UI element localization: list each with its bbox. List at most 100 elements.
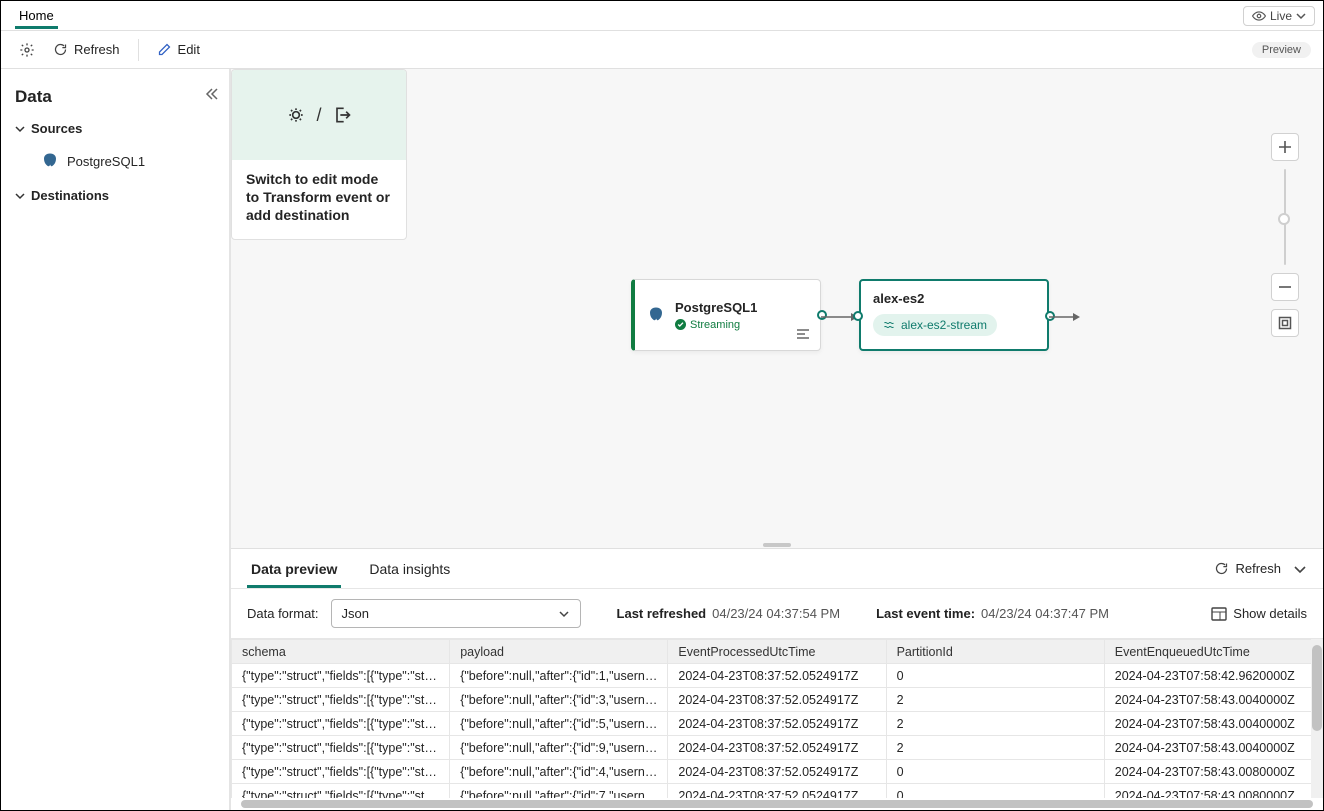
table-row[interactable]: {"type":"struct","fields":[{"type":"stru… — [232, 760, 1323, 784]
table-cell: 2024-04-23T07:58:43.0040000Z — [1104, 736, 1322, 760]
data-format-select[interactable]: Json — [331, 599, 581, 628]
node-title: PostgreSQL1 — [675, 300, 757, 315]
table-cell: 0 — [886, 664, 1104, 688]
table-row[interactable]: {"type":"struct","fields":[{"type":"stru… — [232, 784, 1323, 799]
table-cell: 2024-04-23T07:58:43.0080000Z — [1104, 760, 1322, 784]
column-header[interactable]: schema — [232, 640, 450, 664]
chevron-down-icon[interactable] — [1293, 562, 1307, 576]
zoom-out-button[interactable] — [1271, 273, 1299, 301]
table-cell: 0 — [886, 784, 1104, 799]
table-cell: {"type":"struct","fields":[{"type":"stru… — [232, 712, 450, 736]
table-cell: {"before":null,"after":{"id":7,"usernam — [450, 784, 668, 799]
table-cell: 2024-04-23T08:37:52.0524917Z — [668, 688, 886, 712]
chevron-down-icon — [15, 191, 25, 201]
last-refreshed: Last refreshed 04/23/24 04:37:54 PM — [617, 606, 841, 621]
tree-section-sources[interactable]: Sources — [15, 121, 215, 136]
table-cell: {"before":null,"after":{"id":5,"usernam — [450, 712, 668, 736]
flow-canvas[interactable]: PostgreSQL1 Streaming alex-es2 — [231, 69, 1323, 542]
node-source-postgresql1[interactable]: PostgreSQL1 Streaming — [631, 279, 821, 351]
transform-icon — [286, 105, 306, 125]
table-cell: 0 — [886, 760, 1104, 784]
chevron-down-icon — [1296, 11, 1306, 21]
bottom-refresh-label: Refresh — [1235, 561, 1281, 576]
zoom-slider[interactable] — [1284, 169, 1286, 265]
last-event-time: Last event time: 04/23/24 04:37:47 PM — [876, 606, 1109, 621]
fit-icon — [1278, 316, 1292, 330]
show-details-label: Show details — [1233, 606, 1307, 621]
check-circle-icon — [675, 319, 686, 330]
table-cell: 2 — [886, 688, 1104, 712]
sidebar-title: Data — [15, 87, 215, 107]
column-header[interactable]: EventEnqueuedUtcTime — [1104, 640, 1322, 664]
toolbar: Refresh Edit Preview — [1, 31, 1323, 69]
chevron-down-icon — [558, 608, 570, 620]
postgresql-icon — [41, 152, 59, 170]
stream-chip[interactable]: alex-es2-stream — [873, 314, 997, 336]
table-cell: {"before":null,"after":{"id":4,"usernam — [450, 760, 668, 784]
slash-separator: / — [316, 105, 321, 126]
refresh-icon — [1214, 561, 1229, 576]
horizontal-scrollbar[interactable] — [241, 800, 1313, 808]
details-icon — [1211, 607, 1227, 621]
data-sidebar: Data Sources PostgreSQL1 Destinations — [1, 69, 231, 810]
collapse-sidebar-button[interactable] — [205, 87, 219, 101]
refresh-label: Refresh — [74, 42, 120, 57]
dest-hint: Switch to edit mode to Transform event o… — [232, 160, 406, 239]
tab-data-preview[interactable]: Data preview — [247, 551, 341, 587]
tab-home[interactable]: Home — [9, 3, 64, 28]
zoom-in-button[interactable] — [1271, 133, 1299, 161]
node-destination-placeholder[interactable]: / Switch to edit mode to Transform event… — [231, 69, 407, 240]
live-dropdown[interactable]: Live — [1243, 6, 1315, 26]
edit-button[interactable]: Edit — [151, 38, 206, 61]
column-header[interactable]: PartitionId — [886, 640, 1104, 664]
table-row[interactable]: {"type":"struct","fields":[{"type":"stru… — [232, 688, 1323, 712]
table-row[interactable]: {"type":"struct","fields":[{"type":"stru… — [232, 736, 1323, 760]
refresh-button[interactable]: Refresh — [47, 38, 126, 61]
input-port[interactable] — [853, 311, 863, 321]
show-details-button[interactable]: Show details — [1211, 606, 1307, 621]
tab-data-insights[interactable]: Data insights — [365, 551, 454, 587]
settings-button[interactable] — [13, 38, 41, 62]
table-cell: 2024-04-23T08:37:52.0524917Z — [668, 664, 886, 688]
table-cell: 2024-04-23T07:58:42.9620000Z — [1104, 664, 1322, 688]
table-cell: 2024-04-23T08:37:52.0524917Z — [668, 760, 886, 784]
table-cell: 2024-04-23T08:37:52.0524917Z — [668, 784, 886, 799]
exit-icon — [332, 105, 352, 125]
status-text: Streaming — [690, 319, 740, 331]
stream-icon — [883, 319, 895, 331]
data-format-label: Data format: — [247, 606, 319, 621]
table-row[interactable]: {"type":"struct","fields":[{"type":"stru… — [232, 664, 1323, 688]
minus-icon — [1278, 280, 1292, 294]
table-cell: 2024-04-23T08:37:52.0524917Z — [668, 712, 886, 736]
bottom-panel: Data preview Data insights Refresh Data … — [231, 548, 1323, 810]
vertical-scrollbar[interactable] — [1311, 639, 1323, 798]
zoom-slider-knob[interactable] — [1278, 213, 1290, 225]
data-grid[interactable]: schemapayloadEventProcessedUtcTimePartit… — [231, 638, 1323, 798]
table-cell: {"type":"struct","fields":[{"type":"stru… — [232, 664, 450, 688]
table-cell: {"type":"struct","fields":[{"type":"stru… — [232, 736, 450, 760]
zoom-fit-button[interactable] — [1271, 309, 1299, 337]
tree-section-destinations[interactable]: Destinations — [15, 188, 215, 203]
postgresql-icon — [647, 306, 665, 324]
node-stream-alex-es2[interactable]: alex-es2 alex-es2-stream — [859, 279, 1049, 351]
table-cell: 2024-04-23T08:37:52.0524917Z — [668, 736, 886, 760]
plus-icon — [1278, 140, 1292, 154]
stream-chip-label: alex-es2-stream — [901, 318, 987, 332]
table-cell: {"type":"struct","fields":[{"type":"stru… — [232, 784, 450, 799]
column-header[interactable]: payload — [450, 640, 668, 664]
sources-label: Sources — [31, 121, 82, 136]
table-row[interactable]: {"type":"struct","fields":[{"type":"stru… — [232, 712, 1323, 736]
bottom-refresh-button[interactable]: Refresh — [1214, 561, 1281, 576]
source-item-postgresql1[interactable]: PostgreSQL1 — [15, 146, 215, 176]
table-cell: 2024-04-23T07:58:43.0040000Z — [1104, 712, 1322, 736]
eye-icon — [1252, 9, 1266, 23]
dest-head: / — [232, 70, 406, 160]
live-label: Live — [1270, 9, 1292, 23]
preview-pill: Preview — [1252, 42, 1311, 58]
table-cell: 2 — [886, 712, 1104, 736]
node-title: alex-es2 — [873, 291, 1035, 306]
column-header[interactable]: EventProcessedUtcTime — [668, 640, 886, 664]
table-cell: {"before":null,"after":{"id":3,"usernam — [450, 688, 668, 712]
table-cell: 2024-04-23T07:58:43.0080000Z — [1104, 784, 1322, 799]
table-cell: {"before":null,"after":{"id":9,"usernam — [450, 736, 668, 760]
